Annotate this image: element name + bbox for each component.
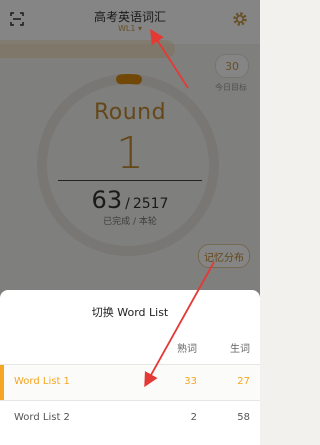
known-count: 2: [190, 412, 197, 423]
unknown-count: 27: [237, 376, 250, 387]
word-list-row[interactable]: Word List 1 33 27: [0, 364, 260, 401]
known-count: 33: [184, 376, 197, 387]
word-list-row[interactable]: Word List 2 2 58: [0, 400, 260, 437]
list-name: Word List 2: [14, 412, 70, 423]
selected-indicator: [0, 365, 4, 401]
word-list-sheet: 切换 Word List 熟词 生词 Word List 1 33 27 Wor…: [0, 290, 260, 445]
list-name: Word List 1: [14, 376, 70, 387]
sheet-title: 切换 Word List: [91, 306, 169, 319]
column-unknown: 生词: [230, 344, 250, 355]
column-known: 熟词: [177, 344, 197, 355]
unknown-count: 58: [237, 412, 250, 423]
